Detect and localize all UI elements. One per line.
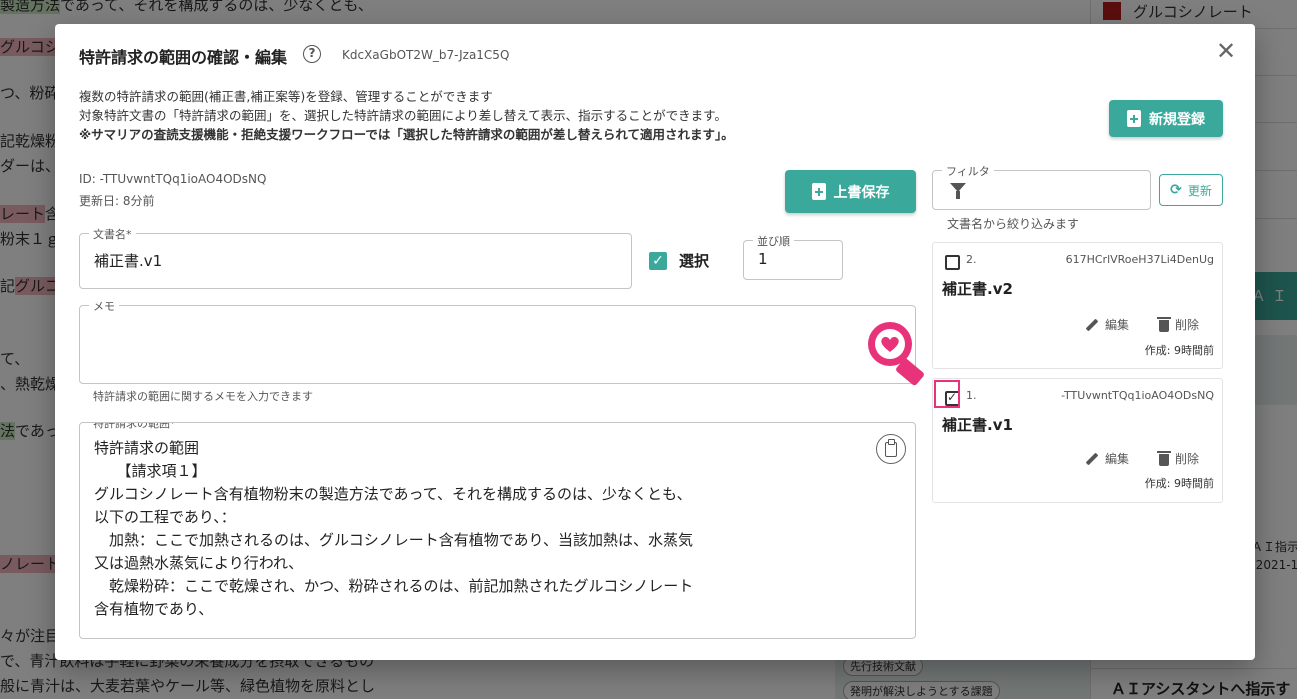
card-name: 補正書.v2 <box>942 280 1013 298</box>
claims-card[interactable]: 1. -TTUvwntTQq1ioAO4ODsNQ 補正書.v1 編集 削除 作… <box>932 378 1223 503</box>
help-icon[interactable]: ? <box>303 45 321 63</box>
claims-edit-dialog: 特許請求の範囲の確認・編集 ? KdcXaGbOT2W_b7-Jza1C5Q ✕… <box>55 24 1255 660</box>
dialog-description: 複数の特許請求の範囲(補正書,補正案等)を登録、管理することができます 対象特許… <box>79 87 734 144</box>
pencil-icon <box>1085 452 1099 465</box>
claims-label: 特許請求の範囲* <box>89 423 180 431</box>
card-created: 作成: 9時間前 <box>1144 344 1214 357</box>
delete-label: 削除 <box>1175 452 1200 466</box>
new-register-button[interactable]: 新規登録 <box>1109 100 1223 137</box>
card-created: 作成: 9時間前 <box>1144 477 1214 490</box>
memo-label: メモ <box>89 298 119 314</box>
save-label: 上書保存 <box>833 184 890 201</box>
file-add-icon <box>811 183 826 200</box>
close-icon[interactable]: ✕ <box>1215 39 1237 63</box>
dialog-id: KdcXaGbOT2W_b7-Jza1C5Q <box>342 48 510 62</box>
edit-label: 編集 <box>1105 452 1130 466</box>
clipboard-button[interactable] <box>876 434 906 464</box>
refresh-icon: ⟳ <box>1170 182 1182 198</box>
doc-name-field[interactable]: 文書名* 補正書.v1 <box>79 226 632 289</box>
claims-card[interactable]: 2. 617HCrlVRoeH37Li4DenUg 補正書.v2 編集 削除 作… <box>932 242 1223 369</box>
edit-label: 編集 <box>1105 318 1130 332</box>
order-value: 1 <box>758 250 768 268</box>
edit-button[interactable]: 編集 <box>1085 450 1129 467</box>
trash-icon <box>1157 316 1171 332</box>
description-line: 対象特許文書の「特許請求の範囲」を、選択した特許請求の範囲により差し替えて表示、… <box>79 108 727 123</box>
refresh-button[interactable]: ⟳ 更新 <box>1159 174 1223 206</box>
description-line: 複数の特許請求の範囲(補正書,補正案等)を登録、管理することができます <box>79 89 493 104</box>
description-note: ※サマリアの査読支援機能・拒絶支援ワークフローでは「選択した特許請求の範囲が差し… <box>79 127 734 142</box>
filter-icon <box>950 183 966 199</box>
overwrite-save-button[interactable]: 上書保存 <box>785 170 916 213</box>
doc-name-label: 文書名* <box>89 226 136 242</box>
dialog-title: 特許請求の範囲の確認・編集 <box>79 48 288 67</box>
delete-label: 削除 <box>1175 318 1200 332</box>
claims-text: 特許請求の範囲 【請求項１】 グルコシノレート含有植物粉末の製造方法であって、そ… <box>94 439 694 618</box>
order-label: 並び順 <box>753 233 794 249</box>
card-id: -TTUvwntTQq1ioAO4ODsNQ <box>1061 389 1214 402</box>
select-checkbox[interactable]: ✓ <box>649 252 667 270</box>
refresh-label: 更新 <box>1187 183 1212 198</box>
memo-field[interactable]: メモ <box>79 298 916 384</box>
memo-helper: 特許請求の範囲に関するメモを入力できます <box>93 390 313 403</box>
card-id: 617HCrlVRoeH37Li4DenUg <box>1065 253 1214 266</box>
file-add-icon <box>1127 110 1141 127</box>
select-label: 選択 <box>679 252 710 270</box>
card-checkbox[interactable] <box>945 255 960 270</box>
filter-helper: 文書名から絞り込みます <box>947 217 1080 231</box>
order-field[interactable]: 並び順 1 <box>743 233 843 280</box>
pencil-icon <box>1085 318 1099 331</box>
edit-button[interactable]: 編集 <box>1085 316 1129 333</box>
editor-updated: 更新日: 8分前 <box>79 194 155 208</box>
trash-icon <box>1157 450 1171 466</box>
delete-button[interactable]: 削除 <box>1157 450 1200 467</box>
filter-label: フィルタ <box>942 163 994 179</box>
filter-field[interactable]: フィルタ <box>932 163 1151 210</box>
card-order: 2. <box>966 253 977 266</box>
claims-field[interactable]: 特許請求の範囲* 特許請求の範囲 【請求項１】 グルコシノレート含有植物粉末の製… <box>79 422 916 639</box>
clipboard-icon <box>885 438 897 457</box>
new-register-label: 新規登録 <box>1149 111 1205 128</box>
card-name: 補正書.v1 <box>942 416 1013 434</box>
doc-name-value: 補正書.v1 <box>94 252 163 270</box>
editor-id: ID: -TTUvwntTQq1ioAO4ODsNQ <box>79 172 267 186</box>
selection-highlight-frame <box>934 380 960 408</box>
delete-button[interactable]: 削除 <box>1157 316 1200 333</box>
card-order: 1. <box>966 389 977 402</box>
